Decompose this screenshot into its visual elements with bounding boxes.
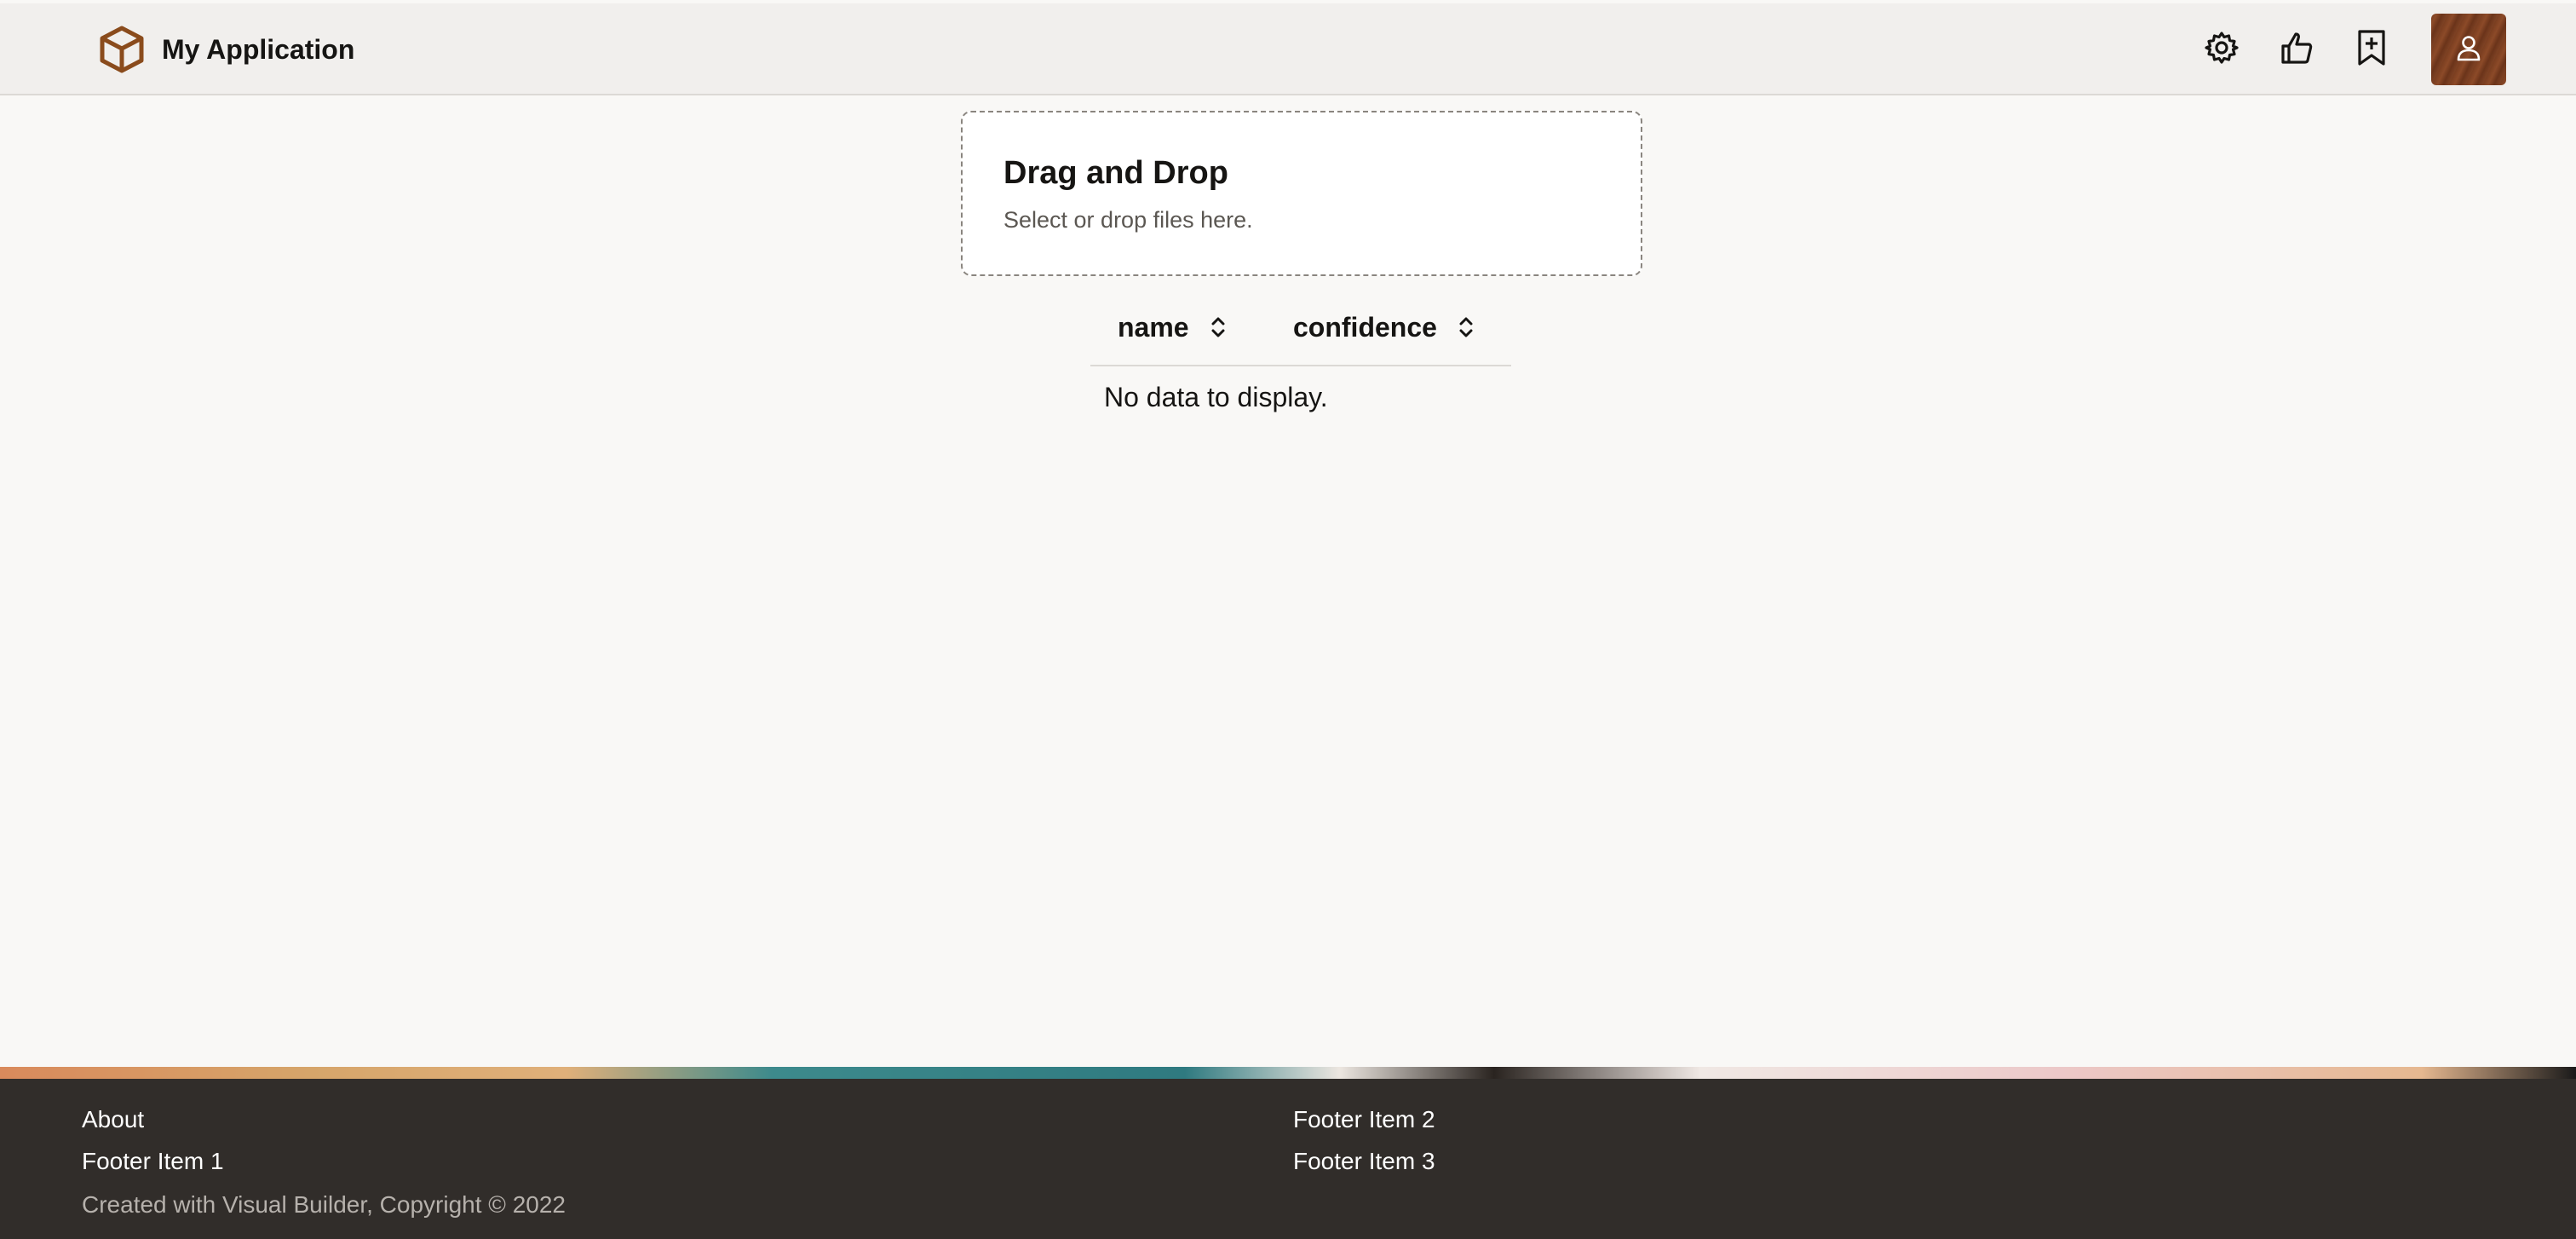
file-drop-zone[interactable]: Drag and Drop Select or drop files here. xyxy=(961,111,1642,276)
like-button[interactable] xyxy=(2266,19,2327,80)
footer-link-item-2[interactable]: Footer Item 2 xyxy=(1293,1106,1435,1133)
thumbs-up-icon xyxy=(2280,31,2314,69)
sort-icon xyxy=(1458,314,1475,340)
sort-icon xyxy=(1210,314,1227,340)
bookmark-button[interactable] xyxy=(2341,19,2402,80)
column-header-label: confidence xyxy=(1293,311,1437,343)
user-avatar-button[interactable] xyxy=(2431,14,2506,85)
table-header: name confidence xyxy=(1090,290,1511,366)
footer-link-about[interactable]: About xyxy=(82,1106,144,1133)
footer-copyright: Created with Visual Builder, Copyright ©… xyxy=(82,1191,566,1218)
column-header-label: name xyxy=(1118,311,1189,343)
app-footer: About Footer Item 1 Footer Item 2 Footer… xyxy=(0,1079,2576,1239)
footer-decorative-strip xyxy=(0,1067,2576,1079)
footer-link-item-1[interactable]: Footer Item 1 xyxy=(82,1148,224,1175)
empty-table-message: No data to display. xyxy=(1104,382,1328,412)
settings-button[interactable] xyxy=(2191,19,2252,80)
gear-icon xyxy=(2205,31,2239,69)
bookmark-add-icon xyxy=(2355,29,2389,71)
column-header-confidence[interactable]: confidence xyxy=(1293,312,1498,343)
drop-zone-title: Drag and Drop xyxy=(1003,155,1228,191)
data-table: name confidence No data to display. xyxy=(1090,290,1511,413)
drop-zone-subtitle: Select or drop files here. xyxy=(1003,207,1253,233)
header-actions xyxy=(2177,3,2506,95)
cube-logo-icon xyxy=(97,25,147,74)
column-header-name[interactable]: name xyxy=(1118,312,1293,343)
brand[interactable]: My Application xyxy=(97,3,354,95)
user-icon xyxy=(2456,34,2481,66)
app-header: My Application xyxy=(0,3,2576,95)
footer-link-item-3[interactable]: Footer Item 3 xyxy=(1293,1148,1435,1175)
app-title: My Application xyxy=(162,33,355,65)
